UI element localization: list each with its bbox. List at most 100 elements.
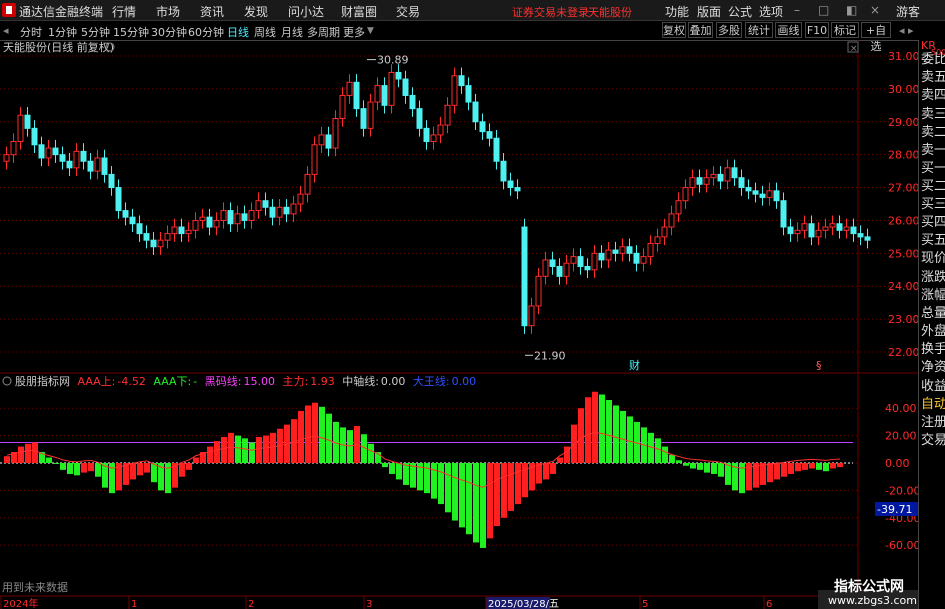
sidebar-item-20[interactable]: 注册	[921, 411, 945, 430]
indicator-bar	[508, 463, 514, 511]
sidebar-item-14[interactable]: 总量	[921, 302, 945, 321]
candle-body	[514, 187, 521, 192]
indicator-bar	[599, 394, 605, 463]
sidebar-item-12[interactable]: 涨跌	[921, 266, 945, 285]
price-tick-label: 30.00	[888, 83, 918, 96]
indicator-bar	[137, 463, 143, 476]
sidebar-item-18[interactable]: 收益	[921, 375, 945, 394]
candle-body	[157, 239, 164, 248]
candle-body	[80, 150, 87, 162]
sidebar-item-0[interactable]: 委比	[921, 48, 945, 67]
sidebar-item-6[interactable]: 买一	[921, 157, 945, 176]
candle-body	[283, 206, 290, 215]
aaa-up-label: AAA上:	[78, 375, 116, 388]
sidebar-item-3[interactable]: 卖三	[921, 103, 945, 122]
candle-body	[339, 94, 346, 119]
candle-body	[360, 108, 367, 129]
indicator-bar	[144, 463, 150, 473]
indicator-bar	[235, 435, 241, 463]
sidebar-item-19[interactable]: 自动	[921, 393, 945, 412]
date-label: 6	[766, 599, 772, 609]
king-line-value: 0.00	[452, 375, 477, 388]
sidebar-item-2[interactable]: 卖四	[921, 84, 945, 103]
sidebar-item-8[interactable]: 买三	[921, 193, 945, 212]
candle-body	[640, 256, 647, 264]
indicator-bar	[816, 463, 822, 470]
indicator-bar	[487, 463, 493, 539]
candle-body	[388, 71, 395, 106]
indicator-bar	[557, 457, 563, 463]
candle-body	[276, 206, 283, 218]
indicator-bar	[690, 463, 696, 469]
sidebar-item-11[interactable]: 现价	[921, 247, 945, 266]
candle-body	[647, 242, 654, 258]
candle-body	[45, 147, 52, 159]
sidebar-item-17[interactable]: 净资	[921, 356, 945, 375]
indicator-bar	[53, 463, 59, 464]
candle-body	[843, 226, 850, 231]
indicator-bar	[60, 463, 66, 470]
sidebar-item-15[interactable]: 外盘	[921, 320, 945, 339]
black-line-label: 黑码线:	[205, 374, 242, 388]
cai-marker[interactable]: 财	[629, 358, 640, 372]
candle-body	[171, 226, 178, 235]
indicator-bar	[613, 405, 619, 463]
candle-body	[752, 190, 759, 195]
sidebar-item-16[interactable]: 换手	[921, 338, 945, 357]
sidebar-item-21[interactable]: 交易	[921, 429, 945, 448]
indicator-tick-label: -60.00	[885, 539, 918, 552]
chart-title: 天能股份(日线 前复权)	[3, 40, 114, 54]
indicator-bar	[830, 463, 836, 469]
indicator-bar	[760, 463, 766, 485]
indicator-bar	[123, 463, 129, 485]
indicator-bar	[46, 457, 52, 463]
candle-body	[738, 177, 745, 189]
indicator-settings-icon[interactable]	[2, 376, 12, 386]
candle-body	[731, 167, 738, 179]
candle-body	[143, 233, 150, 241]
candle-body	[542, 259, 549, 277]
candle-body	[633, 252, 640, 264]
sidebar-item-4[interactable]: 卖二	[921, 121, 945, 140]
aaa-up-value: -4.52	[117, 375, 145, 388]
candle-body	[598, 252, 605, 261]
candle-body	[269, 206, 276, 218]
candle-body	[353, 81, 360, 110]
indicator-bar	[620, 410, 626, 463]
candle-body	[325, 134, 332, 149]
indicator-bar	[193, 457, 199, 463]
indicator-tick-label: -20.00	[885, 484, 918, 497]
candle-body	[829, 223, 836, 228]
price-tick-label: 31.00	[888, 50, 918, 63]
s-marker[interactable]: §	[816, 359, 822, 372]
sidebar-item-1[interactable]: 卖五	[921, 66, 945, 85]
indicator-bar	[781, 463, 787, 477]
candle-body	[31, 127, 38, 146]
indicator-bar	[221, 436, 227, 463]
candle-body	[395, 71, 402, 80]
indicator-tick-label: 0.00	[885, 457, 910, 470]
sidebar-item-5[interactable]: 卖一	[921, 139, 945, 158]
date-label: 1	[131, 599, 137, 609]
indicator-bar	[207, 446, 213, 463]
candle-body	[213, 219, 220, 228]
indicator-bar	[627, 416, 633, 463]
sidebar-item-7[interactable]: 买二	[921, 175, 945, 194]
candle-body	[402, 78, 409, 96]
sidebar-item-9[interactable]: 买四	[921, 211, 945, 230]
candle-body	[304, 173, 311, 195]
candle-body	[332, 117, 339, 149]
price-tick-label: 23.00	[888, 313, 918, 326]
indicator-bar	[592, 391, 598, 463]
candle-body	[381, 85, 388, 106]
candle-body	[94, 157, 101, 172]
sidebar-item-10[interactable]: 买五	[921, 229, 945, 248]
indicator-bar	[438, 463, 444, 505]
candle-body	[374, 85, 381, 103]
chart-area[interactable]: 天能股份(日线 前复权) × 22.00 23.00 24.00 25.00 26.00…	[0, 0, 918, 609]
indicator-bar	[501, 463, 507, 518]
sidebar-item-13[interactable]: 涨幅	[921, 284, 945, 303]
candle-body	[815, 229, 822, 238]
indicator-bar	[32, 442, 38, 463]
indicator-bar	[697, 463, 703, 470]
